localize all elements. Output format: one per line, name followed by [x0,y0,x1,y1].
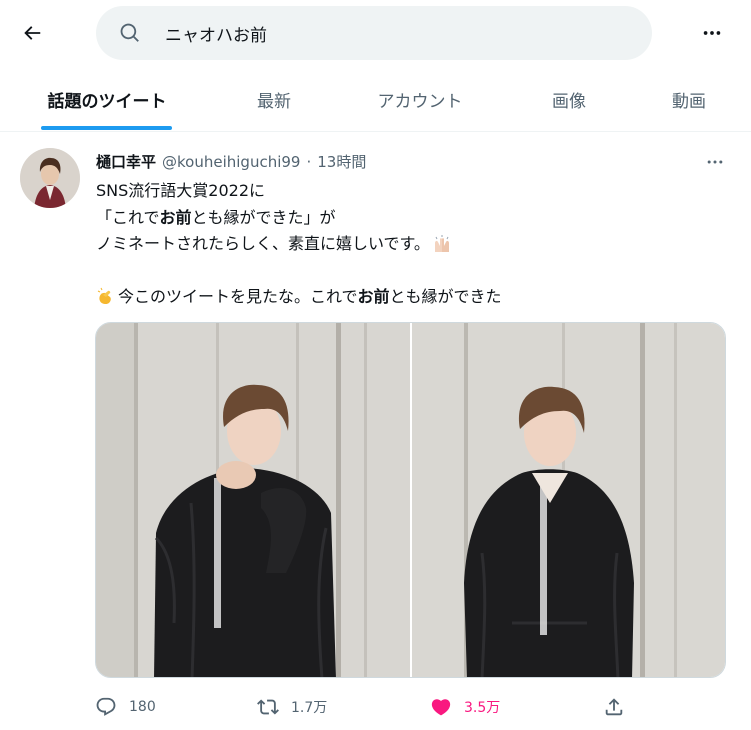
tab-latest[interactable]: 最新 [236,66,312,132]
clapping-hands-icon [97,288,111,305]
reply-icon [96,697,116,716]
more-horizontal-icon [703,31,721,35]
back-button[interactable] [12,13,52,53]
retweet-icon [257,699,279,715]
tweet-header: 樋口幸平 @kouheihiguchi99 · 13時間 [96,151,366,172]
tweet-timestamp[interactable]: 13時間 [317,151,366,172]
like-count: 3.5万 [464,700,501,716]
tweet-photo-2[interactable] [411,323,725,677]
tweet-text-segment: とも縁ができた [389,287,502,306]
reply-count: 180 [129,699,156,715]
retweet-count: 1.7万 [291,700,328,716]
tab-images[interactable]: 画像 [530,66,608,132]
tweet-line-1: SNS流行語大賞2022に [96,178,726,205]
more-horizontal-icon [707,160,723,164]
back-arrow-icon [24,26,41,40]
raising-hands-icon [434,235,449,253]
tweet-photo-1[interactable] [96,323,410,677]
more-options-button[interactable] [692,13,732,53]
author-handle[interactable]: @kouheihiguchi99 [162,153,300,171]
tweet-actions: 180 1.7万 3.5万 [95,693,735,721]
tab-accounts[interactable]: アカウント [360,66,480,132]
tweet-line-4: 今このツイートを見たな。これで お前 とも縁ができた [96,284,726,311]
highlighted-keyword: お前 [357,287,390,306]
tweet-more-button[interactable] [698,148,732,176]
tweet-text-segment: SNS流行語大賞2022に [96,181,266,200]
avatar[interactable] [20,148,80,208]
tweet-line-3: ノミネートされたらしく、素直に嬉しいです。 [96,231,726,258]
search-input[interactable]: ニャオハお前 [96,6,652,60]
author-name[interactable]: 樋口幸平 [96,151,156,172]
search-query-text: ニャオハお前 [165,25,267,46]
highlighted-keyword: お前 [159,207,192,227]
tweet-media-grid [95,322,726,678]
separator-dot: · [306,152,312,171]
tweet-text-segment: 「これで [96,207,160,227]
search-icon [119,22,141,44]
retweet-button[interactable]: 1.7万 [257,693,327,721]
share-button[interactable] [603,693,625,721]
tab-top-tweets[interactable]: 話題のツイート [36,66,178,132]
active-tab-indicator [41,126,172,130]
heart-filled-icon [431,699,451,716]
reply-button[interactable]: 180 [95,693,156,721]
search-tabs: 話題のツイート 最新 アカウント 画像 動画 [0,66,751,132]
like-button[interactable]: 3.5万 [430,693,500,721]
tweet-text: SNS流行語大賞2022に 「これで お前 とも縁ができた」が ノミネートされたらし… [96,178,726,311]
share-icon [605,698,623,716]
tweet-text-segment: 今このツイートを見たな。これで [118,287,358,306]
tweet-text-segment: ノミネートされたらしく、素直に嬉しいです。 [96,234,430,253]
tab-videos[interactable]: 動画 [652,66,726,132]
tweet-line-empty [96,258,726,285]
tweet-card[interactable]: 樋口幸平 @kouheihiguchi99 · 13時間 SNS流行語大賞202… [0,133,751,730]
tweet-line-2: 「これで お前 とも縁ができた」が [96,205,726,232]
tweet-text-segment: とも縁ができた」が [191,207,336,227]
top-bar: ニャオハお前 [0,0,751,66]
